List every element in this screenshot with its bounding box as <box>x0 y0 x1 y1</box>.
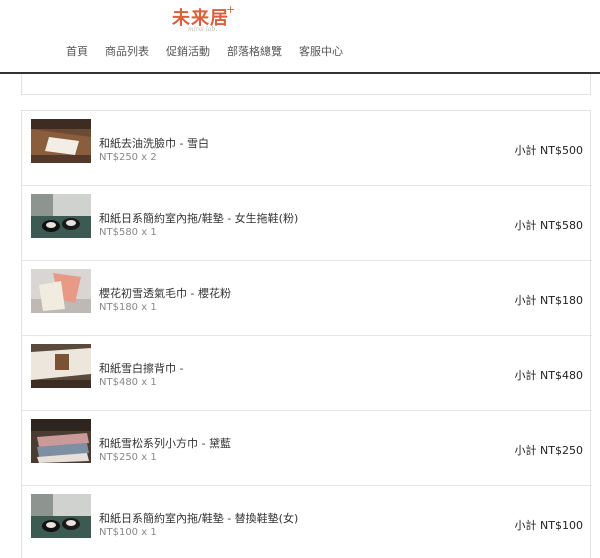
product-name[interactable]: 櫻花初雪透氣毛巾 - 櫻花粉 <box>99 285 231 301</box>
nav-products[interactable]: 商品列表 <box>105 43 149 59</box>
item-subtotal: 小計 NT$580 <box>514 219 583 232</box>
item-subtotal: 小計 NT$480 <box>514 369 583 382</box>
slippers-photo[interactable] <box>31 194 91 238</box>
product-price: NT$580 x 1 <box>99 227 157 238</box>
product-price: NT$480 x 1 <box>99 377 157 388</box>
top-panel <box>21 74 591 95</box>
product-price: NT$250 x 2 <box>99 152 157 163</box>
logo-plus: + <box>226 3 236 16</box>
cart-item-row: 和紙去油洗臉巾 - 雪白 NT$250 x 2 小計 NT$500 <box>22 111 592 186</box>
product-name[interactable]: 和紙雪白擦背巾 - <box>99 360 183 376</box>
pink-towel-photo[interactable] <box>31 269 91 313</box>
nav-blog[interactable]: 部落格總覽 <box>227 43 282 59</box>
nav-support[interactable]: 客服中心 <box>299 43 343 59</box>
item-subtotal: 小計 NT$100 <box>514 519 583 532</box>
product-name[interactable]: 和紙日系簡約室內拖/鞋墊 - 替換鞋墊(女) <box>99 510 298 526</box>
cart-item-row: 和紙日系簡約室內拖/鞋墊 - 女生拖鞋(粉) NT$580 x 1 小計 NT$… <box>22 186 592 261</box>
folded-towels-photo[interactable] <box>31 419 91 463</box>
logo-subtitle: mirai lab. <box>188 26 218 33</box>
cart-item-row: 和紙雪松系列小方巾 - 黛藍 NT$250 x 1 小計 NT$250 <box>22 411 592 486</box>
nav-promotions[interactable]: 促銷活動 <box>166 43 210 59</box>
nav-home[interactable]: 首頁 <box>66 43 88 59</box>
product-name[interactable]: 和紙日系簡約室內拖/鞋墊 - 女生拖鞋(粉) <box>99 210 298 226</box>
site-header: 未来居 + mirai lab. 首頁 商品列表 促銷活動 部落格總覽 客服中心 <box>0 0 600 74</box>
cart-items-list: 和紙去油洗臉巾 - 雪白 NT$250 x 2 小計 NT$500 和紙日系簡約… <box>21 110 592 558</box>
product-name[interactable]: 和紙雪松系列小方巾 - 黛藍 <box>99 435 231 451</box>
item-subtotal: 小計 NT$500 <box>514 144 583 157</box>
cart-item-row: 和紙日系簡約室內拖/鞋墊 - 替換鞋墊(女) NT$100 x 1 小計 NT$… <box>22 486 592 558</box>
cart-item-row: 和紙雪白擦背巾 - NT$480 x 1 小計 NT$480 <box>22 336 592 411</box>
towel-on-wood-photo[interactable] <box>31 119 91 163</box>
product-price: NT$180 x 1 <box>99 302 157 313</box>
item-subtotal: 小計 NT$250 <box>514 444 583 457</box>
item-subtotal: 小計 NT$180 <box>514 294 583 307</box>
product-name[interactable]: 和紙去油洗臉巾 - 雪白 <box>99 135 209 151</box>
main-nav: 首頁 商品列表 促銷活動 部落格總覽 客服中心 <box>66 43 360 59</box>
cart-item-row: 櫻花初雪透氣毛巾 - 櫻花粉 NT$180 x 1 小計 NT$180 <box>22 261 592 336</box>
product-price: NT$250 x 1 <box>99 452 157 463</box>
back-towel-photo[interactable] <box>31 344 91 388</box>
site-logo[interactable]: 未来居 + mirai lab. <box>172 3 252 34</box>
slippers-photo[interactable] <box>31 494 91 538</box>
product-price: NT$100 x 1 <box>99 527 157 538</box>
